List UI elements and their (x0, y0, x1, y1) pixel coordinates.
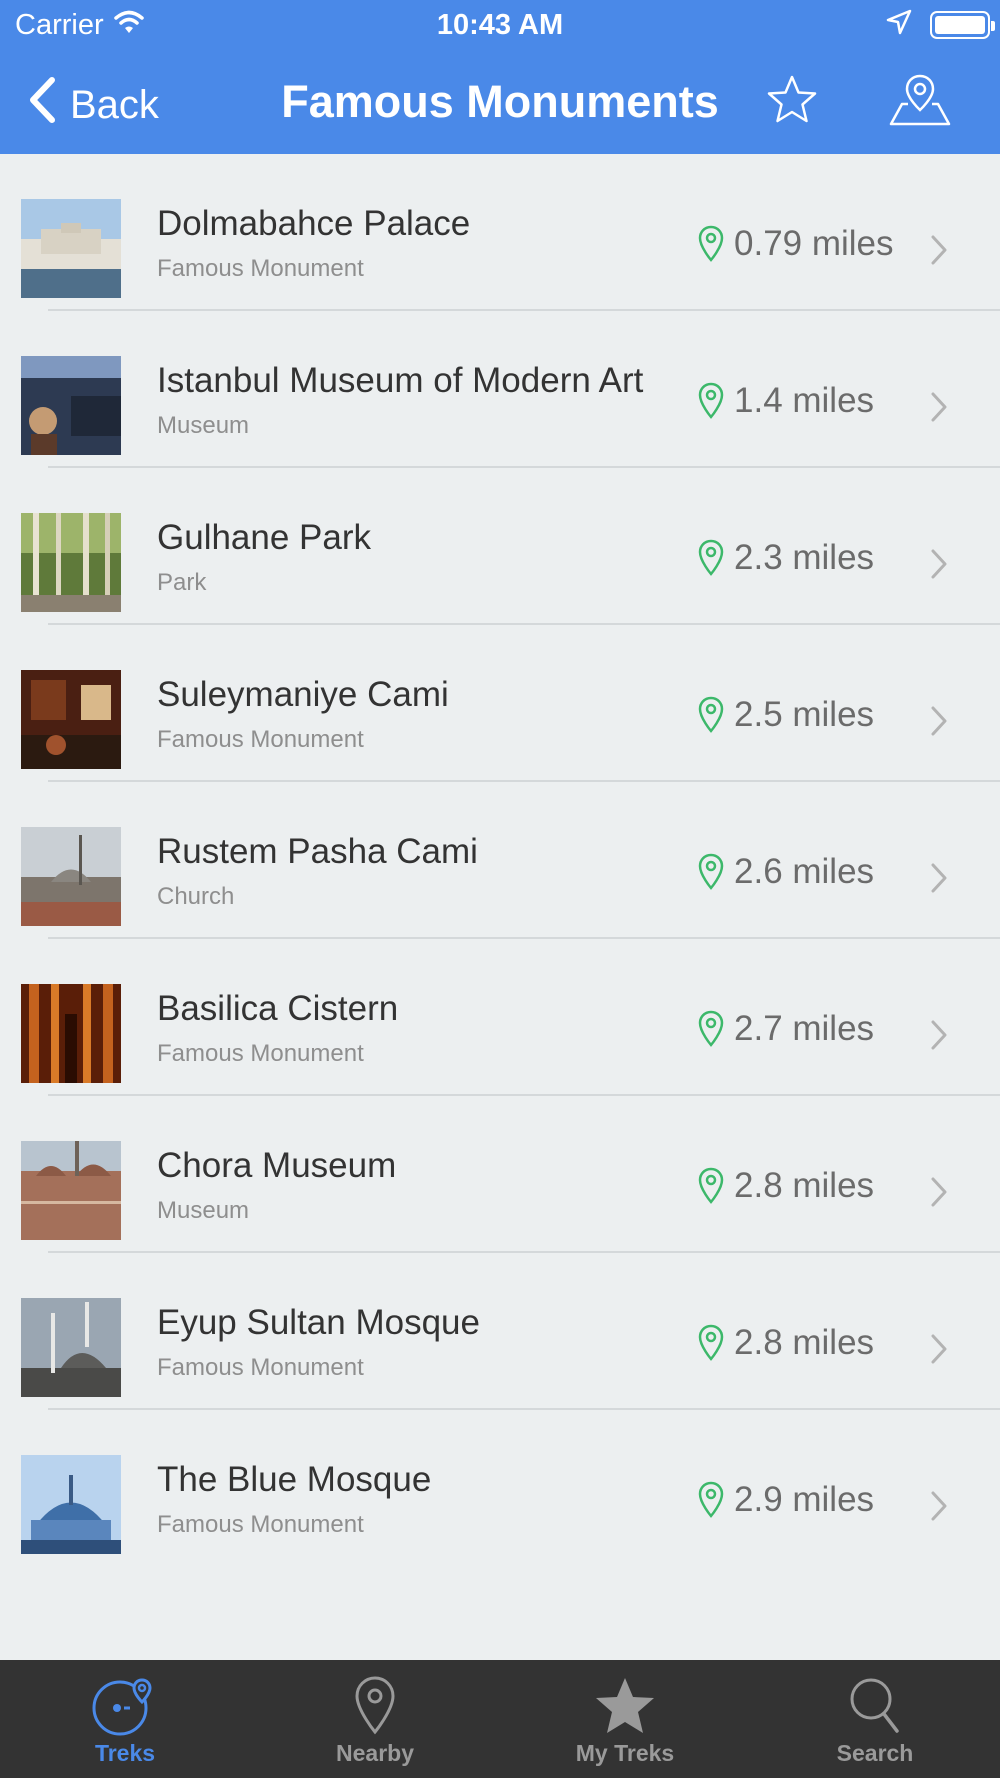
item-name: Basilica Cistern (157, 989, 399, 1028)
distance-label: 1.4 miles (734, 381, 875, 420)
status-right (886, 9, 995, 40)
list-item[interactable]: Eyup Sultan Mosque Famous Monument 2.8 m… (0, 1253, 1000, 1410)
list-item[interactable]: Suleymaniye Cami Famous Monument 2.5 mil… (0, 625, 1000, 782)
item-name: The Blue Mosque (157, 1460, 432, 1499)
location-arrow-icon (886, 9, 912, 40)
chevron-right-icon (931, 1334, 947, 1364)
page-title: Famous Monuments (281, 76, 719, 127)
thumbnail-image (21, 356, 121, 455)
tab-treks[interactable]: Treks (0, 1660, 250, 1778)
list-item[interactable]: Dolmabahce Palace Famous Monument 0.79 m… (0, 154, 1000, 311)
location-pin-icon (698, 1167, 724, 1204)
distance-label: 2.3 miles (734, 538, 875, 577)
tab-nearby[interactable]: Nearby (250, 1660, 500, 1778)
favorite-button[interactable] (766, 74, 818, 131)
chevron-right-icon (931, 706, 947, 736)
item-category: Famous Monument (157, 1354, 364, 1381)
thumbnail-image (21, 1455, 121, 1554)
item-distance: 1.4 miles (698, 381, 874, 421)
list-item[interactable]: Gulhane Park Park 2.3 miles (0, 468, 1000, 625)
item-distance: 2.6 miles (698, 852, 874, 892)
item-distance: 2.7 miles (698, 1009, 874, 1049)
thumbnail-image (21, 1141, 121, 1240)
list-item[interactable]: Basilica Cistern Famous Monument 2.7 mil… (0, 939, 1000, 1096)
item-name: Gulhane Park (157, 518, 372, 557)
distance-label: 2.9 miles (734, 1480, 875, 1519)
item-name: Dolmabahce Palace (157, 204, 471, 243)
item-name: Eyup Sultan Mosque (157, 1303, 480, 1342)
nav-bar: Back Famous Monuments (0, 50, 1000, 154)
distance-label: 0.79 miles (734, 224, 894, 263)
distance-label: 2.6 miles (734, 852, 875, 891)
tab-label: Search (836, 1740, 914, 1766)
location-pin-icon (698, 853, 724, 890)
chevron-right-icon (931, 1491, 947, 1521)
item-distance: 2.8 miles (698, 1323, 874, 1363)
item-category: Museum (157, 1197, 250, 1224)
item-distance: 2.8 miles (698, 1166, 874, 1206)
chevron-right-icon (931, 863, 947, 893)
item-category: Church (157, 883, 235, 910)
treks-icon (92, 1678, 152, 1736)
item-distance: 0.79 miles (698, 224, 894, 264)
distance-label: 2.8 miles (734, 1323, 875, 1362)
list-item[interactable]: Istanbul Museum of Modern Art Museum 1.4… (0, 311, 1000, 468)
tab-search[interactable]: Search (750, 1660, 1000, 1778)
item-category: Famous Monument (157, 1511, 364, 1538)
chevron-right-icon (931, 549, 947, 579)
item-category: Famous Monument (157, 1040, 364, 1067)
list-item[interactable]: The Blue Mosque Famous Monument 2.9 mile… (0, 1410, 1000, 1567)
tab-label: Treks (94, 1740, 156, 1766)
chevron-right-icon (931, 392, 947, 422)
chevron-right-icon (931, 235, 947, 265)
thumbnail-image (21, 1298, 121, 1397)
location-pin-icon (698, 539, 724, 576)
item-name: Istanbul Museum of Modern Art (157, 361, 644, 400)
map-pin-icon (889, 74, 951, 126)
location-pin-icon (698, 1010, 724, 1047)
item-category: Park (157, 569, 207, 596)
item-name: Rustem Pasha Cami (157, 832, 478, 871)
distance-label: 2.7 miles (734, 1009, 875, 1048)
status-bar: Carrier 10:43 AM (0, 0, 1000, 50)
distance-label: 2.8 miles (734, 1166, 875, 1205)
map-view-button[interactable] (888, 72, 952, 133)
item-category: Museum (157, 412, 250, 439)
list-item[interactable]: Rustem Pasha Cami Church 2.6 miles (0, 782, 1000, 939)
tab-my-treks[interactable]: My Treks (500, 1660, 750, 1778)
tab-label: My Treks (575, 1740, 675, 1766)
item-distance: 2.9 miles (698, 1480, 874, 1520)
location-pin-icon (698, 1324, 724, 1361)
thumbnail-image (21, 199, 121, 298)
list-item[interactable]: Chora Museum Museum 2.8 miles (0, 1096, 1000, 1253)
item-name: Chora Museum (157, 1146, 397, 1185)
item-distance: 2.3 miles (698, 538, 874, 578)
tab-bar: Treks Nearby My Treks Search (0, 1660, 1000, 1778)
location-pin-icon (698, 382, 724, 419)
item-name: Suleymaniye Cami (157, 675, 449, 714)
location-pin-icon (698, 696, 724, 733)
location-pin-icon (355, 1676, 395, 1735)
location-pin-icon (698, 1481, 724, 1518)
item-category: Famous Monument (157, 255, 364, 282)
thumbnail-image (21, 513, 121, 612)
item-category: Famous Monument (157, 726, 364, 753)
status-time: 10:43 AM (436, 9, 564, 41)
distance-label: 2.5 miles (734, 695, 875, 734)
header: Carrier 10:43 AM Back Famous Monuments (0, 0, 1000, 154)
thumbnail-image (21, 984, 121, 1083)
monument-list: Dolmabahce Palace Famous Monument 0.79 m… (0, 154, 1000, 1567)
search-icon (850, 1678, 899, 1733)
tab-label: Nearby (336, 1740, 414, 1766)
star-icon (596, 1678, 654, 1733)
thumbnail-image (21, 827, 121, 926)
chevron-right-icon (931, 1177, 947, 1207)
item-distance: 2.5 miles (698, 695, 874, 735)
location-pin-icon (698, 225, 724, 262)
star-outline-icon (767, 75, 817, 123)
thumbnail-image (21, 670, 121, 769)
chevron-right-icon (931, 1020, 947, 1050)
battery-icon (930, 10, 995, 39)
